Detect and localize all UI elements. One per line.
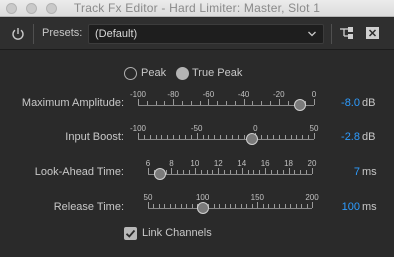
scale-label: -100 [129, 124, 147, 133]
scale-label: 100 [195, 193, 210, 202]
power-icon[interactable] [10, 26, 26, 42]
scale-label: 200 [305, 193, 319, 202]
slider-thumb[interactable] [293, 99, 306, 111]
slider-tick [314, 99, 315, 105]
scale-label: -40 [237, 90, 250, 99]
look-ahead-label: Look-Ahead Time: [34, 166, 124, 178]
scale-label: -50 [190, 124, 203, 133]
scale-label: 10 [190, 159, 200, 168]
scale-label: -20 [273, 90, 285, 99]
checkmark-icon [125, 229, 136, 238]
scale-label: 14 [237, 159, 247, 168]
max-amplitude-value[interactable]: -8.0 [341, 97, 360, 109]
slider-thumb[interactable] [153, 168, 166, 180]
scale-label: 0 [253, 124, 258, 133]
scale-label: -100 [129, 90, 147, 99]
slider-tick [312, 168, 313, 174]
slider-track[interactable] [148, 174, 312, 175]
chevron-down-icon [308, 31, 316, 37]
toolbar-divider [331, 24, 332, 44]
link-channels-label: Link Channels [142, 227, 212, 239]
slider-track[interactable] [148, 208, 312, 209]
peak-radio[interactable] [124, 67, 137, 80]
presets-label: Presets: [42, 27, 83, 39]
slider-tick [314, 133, 315, 139]
release-time-value[interactable]: 100 [342, 201, 360, 213]
slider-track[interactable] [138, 139, 314, 140]
scale-label: -80 [167, 90, 179, 99]
max-amplitude-label: Maximum Amplitude: [21, 97, 124, 109]
look-ahead-value[interactable]: 7 [354, 166, 360, 178]
routing-icon[interactable] [339, 25, 355, 41]
window-title: Track Fx Editor - Hard Limiter: Master, … [73, 1, 321, 15]
scale-label: 50 [143, 193, 153, 202]
scale-label: 150 [250, 193, 265, 202]
scale-label: 18 [284, 159, 294, 168]
input-boost-value[interactable]: -2.8 [341, 131, 360, 143]
presets-selected-value: (Default) [95, 28, 138, 40]
slider-track[interactable] [138, 105, 314, 106]
look-ahead-unit: ms [362, 166, 377, 178]
slider-tick [312, 202, 313, 208]
scale-label: -60 [202, 90, 215, 99]
toolbar-divider [33, 24, 34, 44]
slider-thumb[interactable] [196, 202, 209, 214]
release-time-label: Release Time: [53, 201, 124, 213]
true-peak-radio-label: True Peak [192, 67, 243, 79]
remove-effect-icon[interactable] [366, 27, 379, 39]
scale-label: 6 [145, 159, 151, 168]
scale-label: 8 [169, 159, 174, 168]
release-time-unit: ms [362, 201, 377, 213]
toolbar: Presets: (Default) [0, 18, 394, 50]
link-channels-checkbox[interactable] [124, 227, 137, 240]
input-boost-unit: dB [362, 131, 376, 143]
scale-label: 12 [213, 159, 223, 168]
peak-radio-label: Peak [141, 67, 167, 79]
scale-label: 0 [311, 90, 317, 99]
title-bar: Track Fx Editor - Hard Limiter: Master, … [0, 0, 394, 17]
scale-label: 50 [309, 124, 319, 133]
scale-label: 16 [260, 159, 270, 168]
peak-mode-group: Peak True Peak [0, 66, 394, 82]
presets-dropdown[interactable]: (Default) [88, 24, 324, 44]
max-amplitude-unit: dB [362, 97, 376, 109]
input-boost-label: Input Boost: [65, 131, 124, 143]
slider-thumb[interactable] [246, 133, 259, 145]
true-peak-radio[interactable] [176, 67, 189, 80]
scale-label: 20 [307, 159, 317, 168]
